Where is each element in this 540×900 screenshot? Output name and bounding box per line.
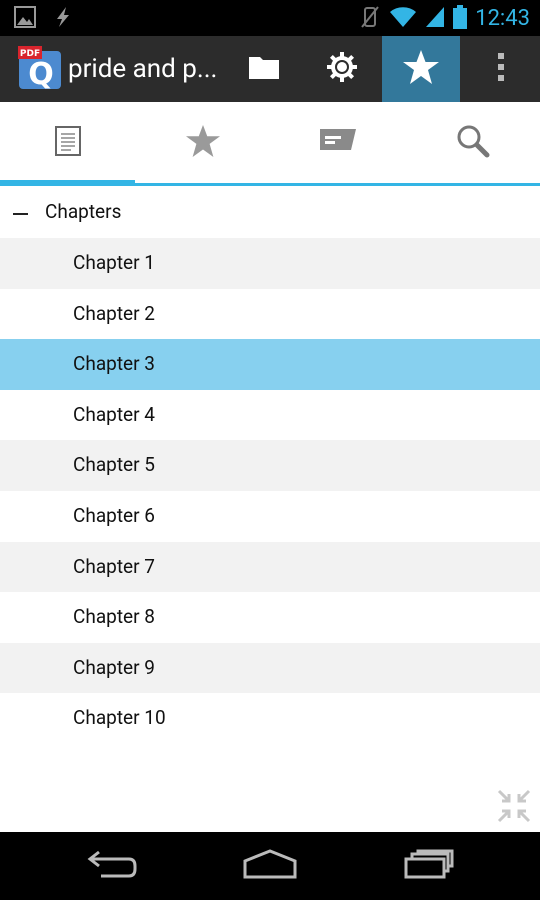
home-icon	[243, 849, 297, 883]
chapter-label: Chapter 7	[73, 554, 155, 578]
tab-selected-indicator	[0, 180, 135, 186]
chapter-label: Chapter 1	[73, 251, 155, 274]
tab-search[interactable]	[405, 102, 540, 183]
chapter-item[interactable]: Chapter 6	[0, 490, 540, 542]
overflow-menu-button[interactable]	[462, 36, 540, 102]
clock: 12:43	[475, 6, 530, 31]
chapter-label: Chapter 2	[73, 301, 155, 325]
exit-fullscreen-button[interactable]	[496, 788, 532, 824]
chapter-label: Chapter 10	[73, 706, 166, 730]
tab-bar	[0, 102, 540, 186]
chapters-group-header[interactable]: Chapters	[0, 188, 540, 238]
battery-icon	[453, 5, 468, 33]
star-icon	[185, 124, 221, 162]
action-bar: PDF Q pride and p...	[0, 36, 540, 104]
chapter-list: Chapter 1 Chapter 2 Chapter 3 Chapter 4 Chap…	[0, 238, 540, 744]
search-icon	[456, 124, 490, 162]
chapter-label: Chapter 6	[73, 503, 155, 527]
mute-vibrate-icon	[359, 5, 381, 33]
chapter-label: Chapter 5	[73, 453, 155, 477]
chapter-item[interactable]: Chapter 9	[0, 642, 540, 694]
back-button[interactable]	[77, 846, 147, 886]
tab-annotations[interactable]	[270, 102, 405, 183]
tab-bookmarks[interactable]	[135, 102, 270, 183]
status-bar: 12:43	[0, 0, 540, 36]
bookmarks-button[interactable]	[382, 36, 460, 102]
collapse-arrows-icon	[496, 789, 532, 828]
recent-apps-icon	[404, 849, 454, 883]
folder-button[interactable]	[225, 36, 303, 102]
home-button[interactable]	[235, 846, 305, 886]
recent-apps-button[interactable]	[394, 846, 464, 886]
chapter-item[interactable]: Chapter 7	[0, 541, 540, 593]
content-area: Chapters Chapter 1 Chapter 2 Chapter 3 Chap…	[0, 102, 540, 832]
lightning-icon	[52, 6, 74, 32]
chapter-item[interactable]: Chapter 10	[0, 693, 540, 744]
chapter-label: Chapter 8	[73, 605, 155, 629]
chapter-item[interactable]: Chapter 1	[0, 238, 540, 289]
svg-text:Q: Q	[28, 57, 54, 91]
settings-button[interactable]	[303, 36, 381, 102]
chapter-label: Chapter 9	[73, 655, 155, 679]
chapter-item[interactable]: Chapter 5	[0, 440, 540, 491]
signal-icon	[425, 6, 445, 32]
chapter-label: Chapter 4	[73, 402, 155, 426]
chapter-item[interactable]: Chapter 3	[0, 339, 540, 390]
app-logo[interactable]: PDF Q	[17, 45, 63, 92]
chapter-item[interactable]: Chapter 2	[0, 288, 540, 340]
document-title[interactable]: pride and p...	[68, 52, 217, 86]
star-icon	[402, 49, 440, 89]
image-icon	[14, 6, 36, 32]
chapters-group-label: Chapters	[45, 200, 122, 223]
wifi-icon	[389, 6, 417, 32]
chapter-label: Chapter 3	[73, 352, 155, 376]
comment-icon	[319, 128, 357, 158]
tab-outline[interactable]	[0, 102, 135, 186]
overflow-menu-icon	[497, 52, 505, 86]
document-icon	[54, 125, 81, 160]
collapse-icon	[13, 213, 28, 215]
navigation-bar	[0, 832, 540, 900]
chapter-item[interactable]: Chapter 8	[0, 592, 540, 643]
chapter-item[interactable]: Chapter 4	[0, 389, 540, 441]
settings-icon	[326, 51, 358, 87]
folder-icon	[248, 54, 280, 84]
back-icon	[87, 850, 137, 882]
